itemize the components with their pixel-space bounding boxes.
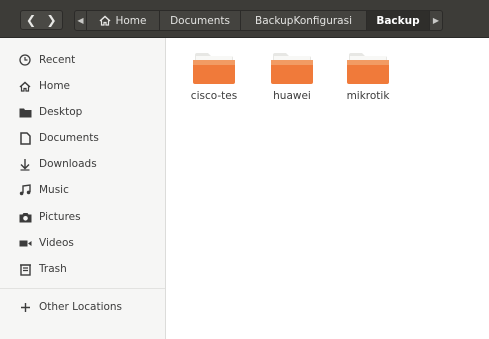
folder-item-cisco-tes[interactable]: cisco-tes <box>184 48 244 108</box>
document-icon <box>18 131 32 145</box>
sidebar-item-label: Desktop <box>39 106 83 118</box>
plus-icon <box>18 300 32 314</box>
breadcrumb-backup-current[interactable]: Backup <box>366 10 430 31</box>
forward-button[interactable]: ❯ <box>41 10 63 30</box>
video-icon <box>18 236 32 250</box>
trash-icon <box>18 262 32 276</box>
header-bar: ❮ ❯ ◀ Home Documents BackupKonfigurasi B… <box>0 0 489 38</box>
back-button[interactable]: ❮ <box>20 10 42 30</box>
chevron-left-icon: ❮ <box>25 13 37 27</box>
breadcrumb-label: Home <box>115 14 147 27</box>
breadcrumb-scroll-right-button[interactable]: ▶ <box>429 10 443 31</box>
sidebar: Recent Home Desktop Documents Downloads … <box>0 38 166 339</box>
sidebar-item-label: Pictures <box>39 211 81 223</box>
sidebar-divider <box>0 288 165 289</box>
breadcrumb-label: Backup <box>376 14 420 27</box>
sidebar-item-other-locations[interactable]: Other Locations <box>18 298 122 316</box>
chevron-right-icon: ❯ <box>46 13 57 27</box>
folder-name: mikrotik <box>346 90 390 102</box>
sidebar-item-label: Downloads <box>39 158 97 170</box>
music-icon <box>18 183 32 197</box>
sidebar-item-documents[interactable]: Documents <box>18 129 99 147</box>
sidebar-item-label: Home <box>39 80 71 92</box>
triangle-right-icon: ▶ <box>432 16 440 25</box>
sidebar-item-recent[interactable]: Recent <box>18 51 75 69</box>
sidebar-item-home[interactable]: Home <box>18 77 70 95</box>
folder-name: cisco-tes <box>190 90 238 102</box>
sidebar-item-label: Videos <box>39 237 74 249</box>
triangle-left-icon: ◀ <box>77 16 84 25</box>
sidebar-item-trash[interactable]: Trash <box>18 260 67 278</box>
download-icon <box>18 157 32 171</box>
sidebar-item-label: Recent <box>39 54 76 66</box>
desktop-icon <box>18 105 32 119</box>
sidebar-item-desktop[interactable]: Desktop <box>18 103 82 121</box>
file-view: cisco-tes huawei mikrotik <box>166 38 489 339</box>
breadcrumb-documents[interactable]: Documents <box>159 10 241 31</box>
home-icon <box>99 15 111 26</box>
breadcrumb-home[interactable]: Home <box>86 10 160 31</box>
sidebar-item-videos[interactable]: Videos <box>18 234 74 252</box>
sidebar-item-music[interactable]: Music <box>18 181 69 199</box>
folder-icon <box>347 53 389 84</box>
sidebar-item-pictures[interactable]: Pictures <box>18 208 81 226</box>
sidebar-item-label: Documents <box>39 132 99 144</box>
sidebar-item-downloads[interactable]: Downloads <box>18 155 97 173</box>
folder-icon <box>271 53 313 84</box>
breadcrumb-label: BackupKonfigurasi <box>254 14 352 27</box>
sidebar-item-label: Other Locations <box>39 301 123 313</box>
breadcrumb-label: Documents <box>170 14 230 27</box>
folder-icon <box>193 53 235 84</box>
clock-icon <box>18 53 32 67</box>
home-icon <box>18 79 32 93</box>
sidebar-item-label: Trash <box>39 263 67 275</box>
sidebar-item-label: Music <box>39 184 69 196</box>
camera-icon <box>18 210 32 224</box>
folder-item-huawei[interactable]: huawei <box>262 48 322 108</box>
folder-item-mikrotik[interactable]: mikrotik <box>338 48 398 108</box>
breadcrumb-backupkonfigurasi[interactable]: BackupKonfigurasi <box>240 10 367 31</box>
folder-name: huawei <box>273 90 311 102</box>
